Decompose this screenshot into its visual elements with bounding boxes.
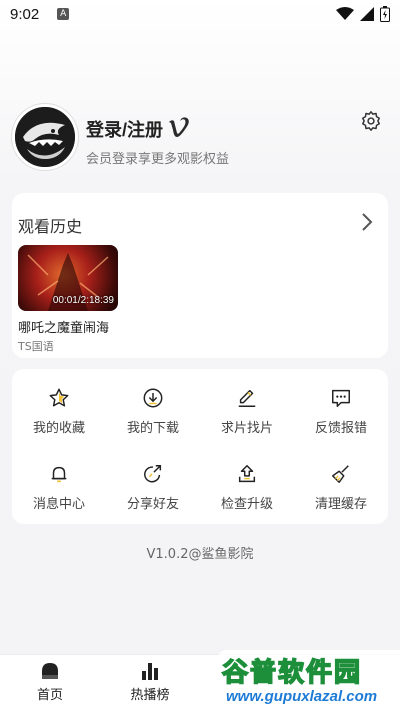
- menu-item-downloads[interactable]: 我的下载: [106, 387, 200, 457]
- profile-header: 登录/注册 会员登录享更多观影权益: [12, 104, 388, 174]
- menu-label: 检查升级: [220, 497, 273, 512]
- status-bar: 9:02 A: [0, 0, 400, 28]
- watermark-text: 谷普软件园: [221, 656, 363, 688]
- gear-icon[interactable]: [360, 110, 382, 132]
- signal-icon: [360, 7, 374, 21]
- video-tag: TS国语: [18, 340, 54, 353]
- bar-chart-icon: [142, 663, 158, 680]
- battery-icon: [380, 6, 390, 22]
- home-icon: [42, 663, 58, 679]
- share-icon: [144, 465, 162, 483]
- login-register-link[interactable]: 登录/注册: [86, 116, 163, 142]
- menu-item-share[interactable]: 分享好友: [106, 463, 200, 533]
- history-title: 观看历史: [18, 217, 83, 236]
- menu-label: 反馈报错: [314, 421, 367, 436]
- menu-label: 分享好友: [126, 497, 179, 512]
- profile-subtitle: 会员登录享更多观影权益: [86, 152, 230, 167]
- menu-label: 清理缓存: [314, 497, 367, 512]
- menu-item-messages[interactable]: 消息中心: [12, 463, 106, 533]
- bell-icon: [51, 466, 67, 483]
- shark-logo-icon: [15, 107, 75, 167]
- menu-label: 求片找片: [220, 421, 273, 436]
- video-thumbnail[interactable]: 00:01/2:18:39: [18, 245, 118, 311]
- avatar[interactable]: [12, 104, 78, 170]
- menu-item-clear-cache[interactable]: 清理缓存: [294, 463, 388, 533]
- watermark-url: www.gupuxlazal.com: [226, 688, 378, 705]
- menu-item-upgrade[interactable]: 检查升级: [200, 463, 294, 533]
- version-text: V1.0.2@鲨鱼影院: [146, 547, 254, 562]
- wifi-icon: [336, 7, 354, 20]
- upgrade-icon: [238, 465, 256, 483]
- vimeo-v-icon: [169, 117, 189, 137]
- tab-hot-ranking[interactable]: 热播榜: [100, 661, 200, 703]
- watch-progress: 00:01/2:18:39: [52, 295, 114, 306]
- watch-history-card: 观看历史 00:01/2:18:39 哪吒之魔童闹海 TS国语: [12, 193, 388, 358]
- tab-label: 热播榜: [130, 688, 170, 703]
- notification-a-icon: A: [57, 8, 70, 20]
- status-icons: [336, 6, 390, 22]
- menu-label: 我的下载: [126, 421, 179, 436]
- status-time: 9:02: [10, 5, 40, 23]
- menu-item-request[interactable]: 求片找片: [200, 387, 294, 457]
- menu-label: 消息中心: [32, 497, 85, 512]
- chevron-right-icon[interactable]: [360, 211, 374, 233]
- tab-home[interactable]: 首页: [0, 661, 100, 703]
- download-icon: [143, 388, 163, 408]
- chat-icon: [332, 389, 350, 407]
- menu-item-feedback[interactable]: 反馈报错: [294, 387, 388, 457]
- menu-label: 我的收藏: [32, 421, 85, 436]
- menu-item-favorites[interactable]: 我的收藏: [12, 387, 106, 457]
- function-menu-card: 我的收藏 我的下载 求片找片 反馈报错 消息中心 分享好友 检查升级 清理缓存: [12, 369, 388, 524]
- tab-label: 首页: [36, 688, 63, 703]
- broom-icon: [332, 465, 349, 483]
- watermark-logo: 谷普软件园 www.gupuxlazal.com: [218, 650, 400, 711]
- pencil-icon: [238, 389, 256, 407]
- star-icon: [49, 388, 69, 407]
- video-title[interactable]: 哪吒之魔童闹海: [18, 317, 109, 336]
